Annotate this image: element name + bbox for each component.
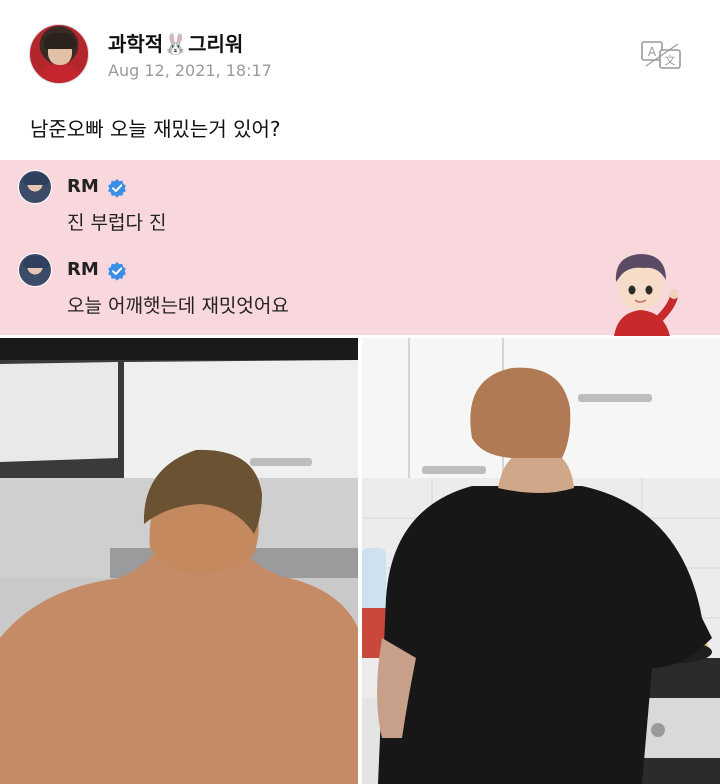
reply-author-name[interactable]: RM bbox=[67, 259, 99, 280]
profile-avatar[interactable] bbox=[29, 24, 89, 84]
verified-badge-icon bbox=[108, 262, 126, 281]
reply-avatar[interactable] bbox=[18, 253, 52, 287]
post-timestamp: Aug 12, 2021, 18:17 bbox=[108, 61, 272, 80]
post-text: 남준오빠 오늘 재밌는거 있어? bbox=[30, 117, 281, 141]
username-part1: 과학적 bbox=[108, 32, 164, 56]
reply-author-name[interactable]: RM bbox=[67, 176, 99, 197]
photo-black-tshirt-cooking[interactable] bbox=[362, 338, 720, 784]
bunny-emoji-icon: 🐰 bbox=[163, 32, 189, 56]
svg-text:A: A bbox=[648, 45, 657, 59]
svg-text:文: 文 bbox=[665, 53, 676, 67]
reply-avatar[interactable] bbox=[18, 170, 52, 204]
username-part2: 그리워 bbox=[188, 32, 244, 56]
post-header: 과학적🐰그리워 Aug 12, 2021, 18:17 A 文 bbox=[0, 0, 720, 100]
character-sticker bbox=[614, 254, 678, 336]
verified-badge-icon bbox=[108, 179, 126, 198]
username[interactable]: 과학적🐰그리워 bbox=[108, 28, 243, 57]
reply-item: RM 진 부럽다 진 bbox=[0, 160, 720, 234]
reply-text: 오늘 어깨햇는데 재밋엇어요 bbox=[67, 295, 289, 317]
photo-shirtless-back-kitchen[interactable] bbox=[0, 338, 358, 784]
translate-icon[interactable]: A 文 bbox=[640, 40, 684, 70]
reply-text: 진 부럽다 진 bbox=[67, 212, 167, 234]
